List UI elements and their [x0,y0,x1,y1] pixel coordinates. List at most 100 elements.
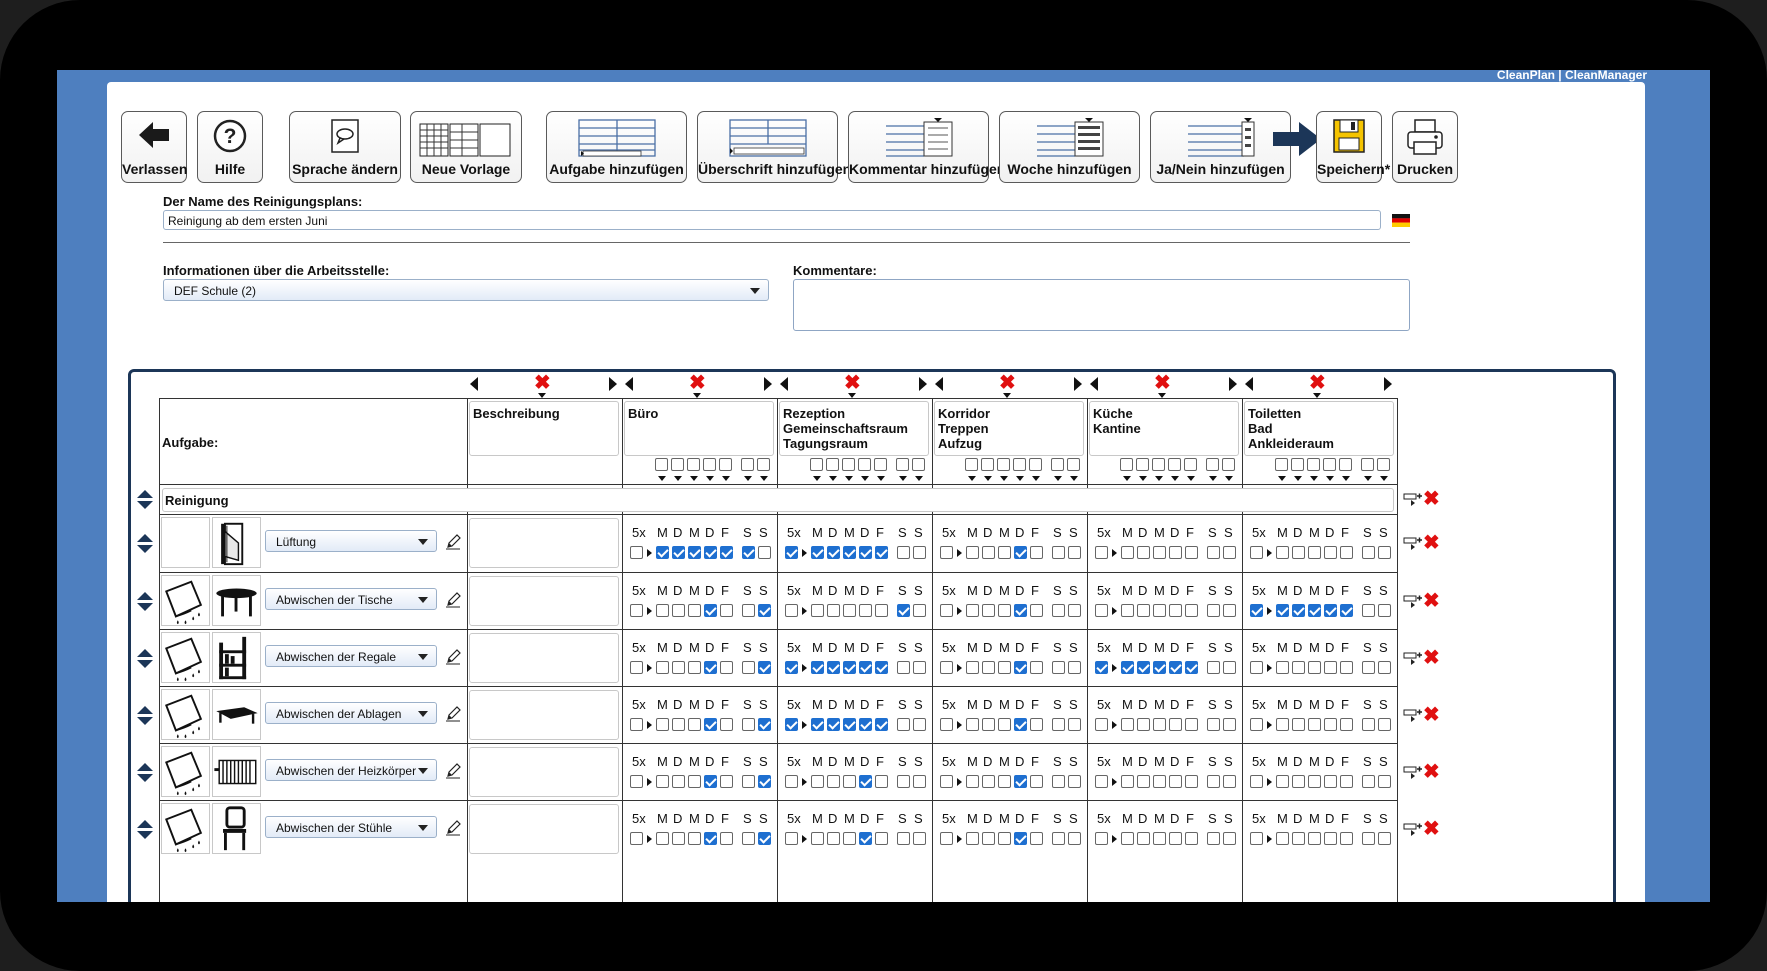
day-checkbox[interactable] [811,604,824,617]
day-checkbox[interactable] [1223,775,1236,788]
day-checkbox[interactable] [897,661,910,674]
day-checkbox[interactable] [843,604,856,617]
day-checkbox[interactable] [1052,546,1065,559]
day-checkbox[interactable] [672,661,685,674]
day-checkbox[interactable] [897,546,910,559]
move-left-icon[interactable] [625,377,633,391]
day-checkbox[interactable] [1014,775,1027,788]
day-checkbox[interactable] [720,718,733,731]
header-day-checkbox[interactable] [1275,458,1288,471]
day-checkbox[interactable] [1276,604,1289,617]
header-day-checkbox[interactable] [858,458,871,471]
day-checkbox[interactable] [859,775,872,788]
day-checkbox[interactable] [1030,604,1043,617]
delete-row-icon[interactable]: ✖ [1423,591,1440,611]
day-checkbox[interactable] [875,832,888,845]
day-checkbox[interactable] [859,661,872,674]
description-cell[interactable] [469,690,619,740]
header-day-checkbox[interactable] [1067,458,1080,471]
frequency-checkbox[interactable] [785,546,798,559]
delete-column-icon[interactable]: ✖ [999,373,1016,393]
verlassen-button[interactable]: Verlassen [121,111,187,183]
day-checkbox[interactable] [966,661,979,674]
day-checkbox[interactable] [998,546,1011,559]
day-checkbox[interactable] [1308,604,1321,617]
day-checkbox[interactable] [1052,775,1065,788]
header-day-checkbox[interactable] [1168,458,1181,471]
day-checkbox[interactable] [1137,661,1150,674]
move-up-icon[interactable] [137,706,153,714]
frequency-checkbox[interactable] [1095,546,1108,559]
day-checkbox[interactable] [1292,718,1305,731]
day-checkbox[interactable] [1185,546,1198,559]
day-checkbox[interactable] [1223,832,1236,845]
day-checkbox[interactable] [998,832,1011,845]
day-checkbox[interactable] [1378,775,1391,788]
add-row-icon[interactable] [1403,707,1423,723]
day-checkbox[interactable] [1185,661,1198,674]
task-select[interactable]: Abwischen der Regale [265,645,437,667]
header-day-checkbox[interactable] [1307,458,1320,471]
day-checkbox[interactable] [966,546,979,559]
day-checkbox[interactable] [897,718,910,731]
header-day-checkbox[interactable] [671,458,684,471]
day-checkbox[interactable] [1340,718,1353,731]
day-checkbox[interactable] [1207,661,1220,674]
move-down-icon[interactable] [137,717,153,725]
day-checkbox[interactable] [656,661,669,674]
day-checkbox[interactable] [758,775,771,788]
day-checkbox[interactable] [1378,604,1391,617]
day-checkbox[interactable] [1207,718,1220,731]
day-checkbox[interactable] [720,832,733,845]
day-checkbox[interactable] [913,546,926,559]
day-checkbox[interactable] [1340,775,1353,788]
day-checkbox[interactable] [1207,546,1220,559]
day-checkbox[interactable] [998,718,1011,731]
header-day-checkbox[interactable] [874,458,887,471]
day-checkbox[interactable] [859,546,872,559]
day-checkbox[interactable] [843,718,856,731]
day-checkbox[interactable] [1324,718,1337,731]
day-checkbox[interactable] [913,832,926,845]
day-checkbox[interactable] [982,832,995,845]
day-checkbox[interactable] [1276,661,1289,674]
day-checkbox[interactable] [982,661,995,674]
day-checkbox[interactable] [688,718,701,731]
delete-row-icon[interactable]: ✖ [1423,489,1440,509]
day-checkbox[interactable] [1324,775,1337,788]
frequency-checkbox[interactable] [1250,661,1263,674]
day-checkbox[interactable] [827,604,840,617]
day-checkbox[interactable] [742,832,755,845]
day-checkbox[interactable] [1207,604,1220,617]
day-checkbox[interactable] [1153,775,1166,788]
frequency-checkbox[interactable] [940,604,953,617]
move-up-icon[interactable] [137,592,153,600]
speichern-button[interactable]: Speichern* [1316,111,1390,183]
day-checkbox[interactable] [1223,546,1236,559]
day-checkbox[interactable] [1137,604,1150,617]
move-right-icon[interactable] [919,377,927,391]
day-checkbox[interactable] [1378,718,1391,731]
day-checkbox[interactable] [720,604,733,617]
frequency-checkbox[interactable] [630,775,643,788]
header-day-checkbox[interactable] [1361,458,1374,471]
move-up-icon[interactable] [137,763,153,771]
day-checkbox[interactable] [672,604,685,617]
day-checkbox[interactable] [742,661,755,674]
day-checkbox[interactable] [1153,546,1166,559]
header-day-checkbox[interactable] [981,458,994,471]
task-select[interactable]: Abwischen der Tische [265,588,437,610]
day-checkbox[interactable] [1362,775,1375,788]
day-checkbox[interactable] [1121,546,1134,559]
header-day-checkbox[interactable] [1029,458,1042,471]
day-checkbox[interactable] [704,775,717,788]
day-checkbox[interactable] [1340,661,1353,674]
task-select[interactable]: Abwischen der Ablagen [265,702,437,724]
header-day-checkbox[interactable] [1120,458,1133,471]
move-right-icon[interactable] [1229,377,1237,391]
move-left-icon[interactable] [1090,377,1098,391]
day-checkbox[interactable] [811,832,824,845]
day-checkbox[interactable] [966,604,979,617]
frequency-checkbox[interactable] [785,775,798,788]
frequency-checkbox[interactable] [630,604,643,617]
